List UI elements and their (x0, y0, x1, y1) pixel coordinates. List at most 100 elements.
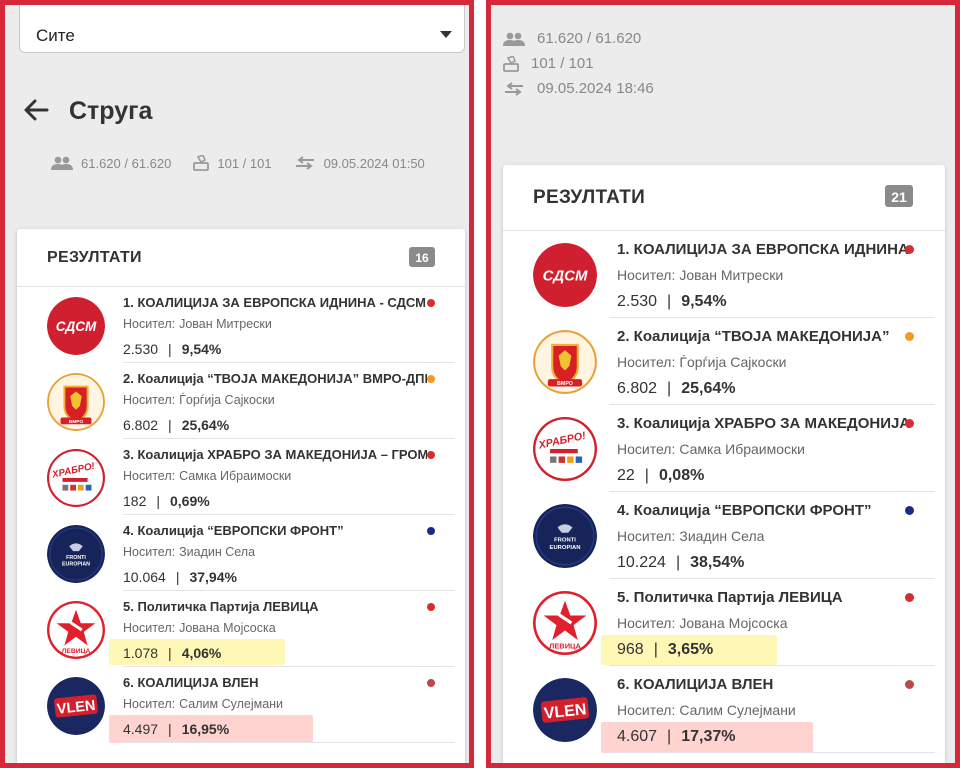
carrier-label: Носител: (617, 702, 676, 718)
carrier-label: Носител: (123, 393, 176, 407)
party-row[interactable]: FRONTI EUROPIAN 4. Коалиција “ЕВРОПСКИ ФР… (17, 515, 465, 591)
party-name: 5. Политичка Партија ЛЕВИЦА (123, 599, 319, 614)
row-divider (123, 742, 455, 743)
party-color-dot (905, 506, 914, 515)
party-carrier: Носител: Јована Мојсоска (617, 615, 788, 631)
carrier-name: Јована Мојсоска (179, 621, 276, 635)
party-name: 6. КОАЛИЦИЈА ВЛЕН (123, 675, 259, 690)
results-title: РЕЗУЛТАТИ (533, 187, 646, 208)
party-carrier: Носител: Јован Митрески (123, 317, 272, 331)
sdsm-logo: СДСМ (47, 297, 105, 355)
separator: | (644, 467, 649, 484)
svg-text:ВМРО: ВМРО (557, 381, 573, 387)
vote-count: 968 (617, 641, 644, 658)
party-result: 1.078 | 4,06% (123, 645, 221, 661)
right-screenshot-panel: 61.620 / 61.620 101 / 101 09.05.2024 18:… (486, 0, 960, 768)
party-name: 3. Коалиција ХРАБРО ЗА МАКЕДОНИЈА – ГРОМ (123, 447, 427, 462)
party-carrier: Носител: Салим Сулејмани (617, 702, 796, 718)
party-result: 6.802 | 25,64% (123, 417, 229, 433)
party-row[interactable]: VLEN 6. КОАЛИЦИЈА ВЛЕН Носител: Салим Сулеј… (17, 667, 465, 743)
party-name: 4. Коалиција “ЕВРОПСКИ ФРОНТ” (123, 523, 344, 538)
carrier-name: Самка Ибраимоски (179, 469, 292, 483)
party-color-dot (427, 527, 435, 535)
separator: | (168, 721, 172, 737)
party-result: 6.802 | 25,64% (617, 380, 735, 398)
people-icon (503, 32, 525, 46)
vote-percent: 9,54% (681, 293, 727, 310)
party-row[interactable]: ЛЕВИЦА 5. Политичка Партија ЛЕВИЦА Носител… (503, 579, 945, 666)
vote-count: 22 (617, 467, 635, 484)
carrier-name: Јована Мојсоска (679, 615, 788, 631)
results-header: РЕЗУЛТАТИ 21 (503, 165, 945, 231)
party-color-dot (905, 680, 914, 689)
updated-time: 09.05.2024 01:50 (323, 155, 425, 171)
carrier-name: Салим Сулејмани (679, 702, 796, 718)
vote-count: 4.497 (123, 721, 159, 737)
vote-percent: 17,37% (681, 728, 736, 745)
vote-count: 6.802 (123, 417, 159, 433)
party-carrier: Носител: Салим Сулејмани (123, 697, 283, 711)
separator: | (168, 645, 172, 661)
vote-count: 2.530 (617, 293, 658, 310)
svg-text:ВМРО: ВМРО (69, 419, 84, 425)
party-carrier: Носител: Самка Ибраимоски (617, 441, 805, 457)
party-carrier: Носител: Самка Ибраимоски (123, 469, 291, 483)
party-color-dot (905, 245, 914, 254)
party-color-dot (427, 299, 435, 307)
party-name: 2. Коалиција “ТВОЈА МАКЕДОНИЈА” ВМРО-ДПМ… (123, 371, 427, 386)
party-result: 2.530 | 9,54% (617, 293, 727, 311)
party-row[interactable]: ХРАБРО! 3. Коалиција ХРАБРО ЗА МАКЕДОНИЈ… (503, 405, 945, 492)
separator: | (168, 417, 172, 433)
caret-down-icon (440, 31, 452, 38)
svg-text:EUROPIAN: EUROPIAN (550, 545, 581, 551)
stations-stat: 101 / 101 (503, 54, 654, 73)
updated-stat: 09.05.2024 18:46 (503, 79, 654, 98)
svg-text:EUROPIAN: EUROPIAN (62, 562, 90, 568)
carrier-name: Зиадин Села (679, 528, 765, 544)
party-name: 1. КОАЛИЦИЈА ЗА ЕВРОПСКА ИДНИНА - СДСМ (123, 295, 426, 310)
party-carrier: Носител: Зиадин Села (617, 528, 764, 544)
vote-count: 1.078 (123, 645, 159, 661)
carrier-name: Ѓорѓија Сајкоски (679, 354, 787, 370)
dropdown-label: Им (34, 0, 50, 8)
party-row[interactable]: ВМРО 2. Коалиција “ТВОЈА МАКЕДОНИЈА” ВМРО… (17, 363, 465, 439)
separator: | (667, 380, 672, 397)
carrier-label: Носител: (617, 354, 676, 370)
party-row[interactable]: VLEN 6. КОАЛИЦИЈА ВЛЕН Носител: Салим Сулеј… (503, 666, 945, 753)
svg-text:СДСМ: СДСМ (56, 319, 97, 334)
back-arrow-icon[interactable] (21, 95, 51, 125)
carrier-label: Носител: (123, 697, 176, 711)
vote-percent: 3,65% (667, 641, 714, 658)
party-carrier: Носител: Ѓорѓија Сајкоски (617, 354, 786, 370)
party-row[interactable]: СДСМ 1. КОАЛИЦИЈА ЗА ЕВРОПСКА ИДНИНА Носит… (503, 231, 945, 318)
carrier-name: Самка Ибраимоски (679, 441, 805, 457)
separator: | (653, 641, 658, 658)
party-row[interactable]: ЛЕВИЦА 5. Политичка Партија ЛЕВИЦА Носител… (17, 591, 465, 667)
results-count-badge: 16 (409, 247, 435, 267)
sync-arrows-icon (295, 156, 314, 170)
carrier-label: Носител: (617, 615, 676, 631)
party-result: 2.530 | 9,54% (123, 341, 221, 357)
party-row[interactable]: ВМРО 2. Коалиција “ТВОЈА МАКЕДОНИЈА” Носит… (503, 318, 945, 405)
svg-text:СДСМ: СДСМ (543, 267, 588, 284)
party-row[interactable]: СДСМ 1. КОАЛИЦИЈА ЗА ЕВРОПСКА ИДНИНА - СД… (17, 287, 465, 363)
results-count-badge: 21 (885, 185, 913, 207)
separator: | (168, 341, 172, 357)
stations-count: 101 / 101 (531, 55, 594, 72)
party-color-dot (905, 332, 914, 341)
voters-stat: 61.620 / 61.620 (51, 155, 171, 171)
party-row[interactable]: ХРАБРО! 3. Коалиција ХРАБРО ЗА МАКЕДОНИЈ… (17, 439, 465, 515)
hrabro-logo: ХРАБРО! (533, 417, 597, 481)
separator: | (156, 493, 160, 509)
party-result: 22 | 0,08% (617, 467, 704, 485)
party-color-dot (905, 419, 914, 428)
separator: | (667, 293, 672, 310)
party-row[interactable]: FRONTI EUROPIAN 4. Коалиција “ЕВРОПСКИ ФР… (503, 492, 945, 579)
results-card: РЕЗУЛТАТИ 21 СДСМ 1. КОАЛИЦИЈА ЗА ЕВРОПСК… (503, 165, 945, 763)
svg-text:FRONTI: FRONTI (554, 537, 576, 543)
party-carrier: Носител: Јован Митрески (617, 267, 783, 283)
front-logo: FRONTI EUROPIAN (533, 504, 597, 568)
vote-percent: 9,54% (181, 341, 222, 357)
page-title: Струга (69, 97, 153, 125)
municipality-dropdown[interactable]: Им Сите (19, 0, 465, 53)
